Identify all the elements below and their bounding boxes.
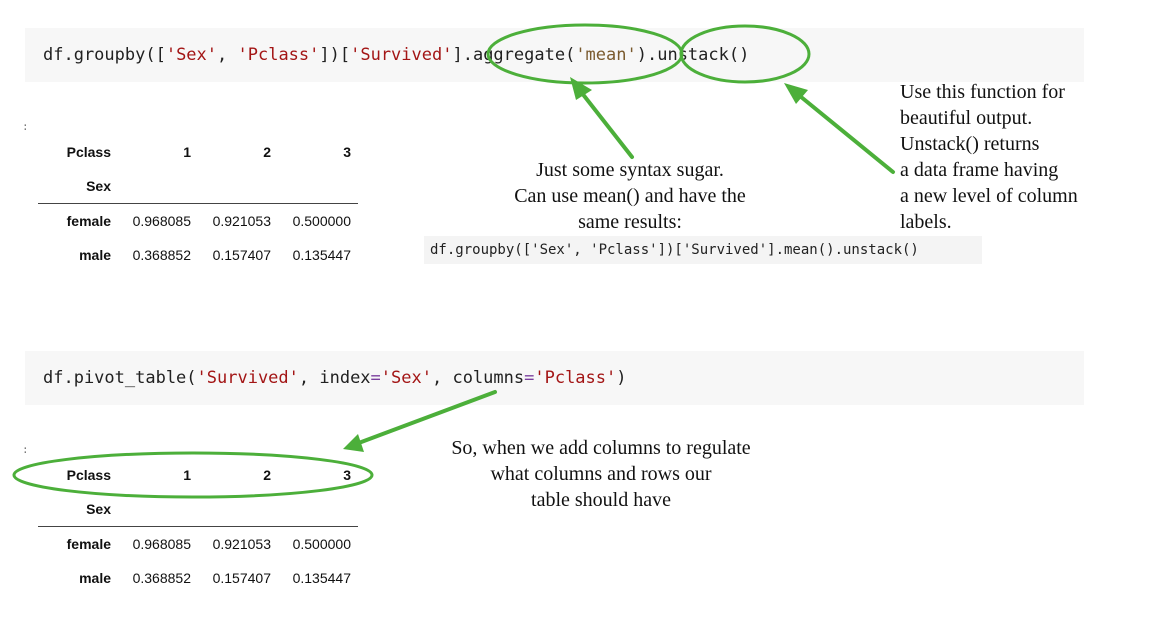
table-cell: 0.968085 [132,213,191,229]
annotation-line: Just some syntax sugar. [536,159,724,181]
code-string: 'Pclass' [237,45,320,65]
code-token: df.pivot_table( [43,368,197,388]
table-cell: 0.135447 [292,570,351,586]
annotation-syntax-sugar: Just some syntax sugar. Can use mean() a… [470,157,790,235]
annotation-pivot: So, when we add columns to regulate what… [395,435,807,513]
annotation-line: table should have [531,489,671,511]
empty-cell [198,169,278,204]
output-prompt: : [22,443,29,456]
row-label: female [66,536,111,552]
code-token: ) [616,368,627,388]
table-row: male 0.368852 0.157407 0.135447 [38,238,358,272]
code-token: , index [298,368,371,388]
annotation-line: labels. [900,211,952,233]
table-row: female 0.968085 0.921053 0.500000 [38,527,358,562]
columns-label: Pclass [66,144,111,160]
code-string: 'Sex' [165,45,218,65]
arrow-unstack [793,90,895,174]
table-cell: 0.368852 [132,247,191,263]
table-cell: 0.157407 [212,570,271,586]
inline-code-mean-example: df.groupby(['Sex', 'Pclass'])['Survived'… [424,236,982,264]
column-header: 1 [183,144,191,160]
code-string: 'mean' [575,45,637,65]
output-prompt: : [22,120,29,133]
index-label: Sex [38,169,118,204]
empty-cell [118,169,198,204]
empty-cell [118,492,198,527]
table-cell: 0.157407 [212,247,271,263]
annotation-line: a new level of column [900,185,1078,207]
code-string: 'Survived' [196,368,299,388]
column-header: 2 [263,467,271,483]
code-operator: = [524,368,535,388]
code-string: 'Pclass' [534,368,617,388]
table-cell: 0.135447 [292,247,351,263]
row-label: male [79,247,111,263]
code-token: , [217,45,238,65]
arrow-head-pivot [343,434,364,452]
table-cell: 0.500000 [292,213,351,229]
empty-cell [198,492,278,527]
code-string: 'Sex' [380,368,432,388]
annotation-unstack: Use this function for beautiful output. … [900,79,1078,235]
annotation-line: a data frame having [900,159,1059,181]
table-cell: 0.921053 [212,536,271,552]
annotation-line: Use this function for [900,81,1065,103]
annotation-line: what columns and rows our [490,463,712,485]
table-cell: 0.500000 [292,536,351,552]
code-string: 'Survived' [350,45,453,65]
arrow-head-unstack [784,83,808,104]
empty-cell [278,169,358,204]
empty-cell [278,492,358,527]
code-token-unstack: .unstack() [646,45,750,65]
code-token-aggregate: .aggregate( [462,45,576,65]
annotation-line: beautiful output. [900,107,1033,129]
index-label: Sex [38,492,118,527]
table-row: female 0.968085 0.921053 0.500000 [38,204,358,239]
annotation-line: Unstack() returns [900,133,1040,155]
code-token: df.groupby([ [43,45,166,65]
table-cell: 0.368852 [132,570,191,586]
column-header: 1 [183,467,191,483]
row-label: female [66,213,111,229]
code-operator: = [370,368,381,388]
table-row: male 0.368852 0.157407 0.135447 [38,561,358,595]
column-header: 3 [343,144,351,160]
code-cell-pivot-table[interactable]: df.pivot_table('Survived', index = 'Sex', … [25,351,1084,405]
table-cell: 0.921053 [212,213,271,229]
row-label: male [79,570,111,586]
dataframe-output-1: Pclass 1 2 3 Sex female 0.968085 0.92105… [38,135,358,272]
columns-label: Pclass [66,467,111,483]
column-header: 3 [343,467,351,483]
code-token: ) [636,45,647,65]
code-token: ] [452,45,463,65]
annotation-line: So, when we add columns to regulate [451,437,751,459]
annotation-line: Can use mean() and have the [514,185,746,207]
table-cell: 0.968085 [132,536,191,552]
column-header: 2 [263,144,271,160]
arrow-syntax-sugar [576,86,634,159]
code-cell-groupby[interactable]: df.groupby(['Sex', 'Pclass'])['Survived'… [25,28,1084,82]
dataframe-output-2: Pclass 1 2 3 Sex female 0.968085 0.92105… [38,458,358,595]
code-token: ])[ [319,45,351,65]
annotation-line: same results: [578,211,682,233]
code-token: , columns [431,368,525,388]
